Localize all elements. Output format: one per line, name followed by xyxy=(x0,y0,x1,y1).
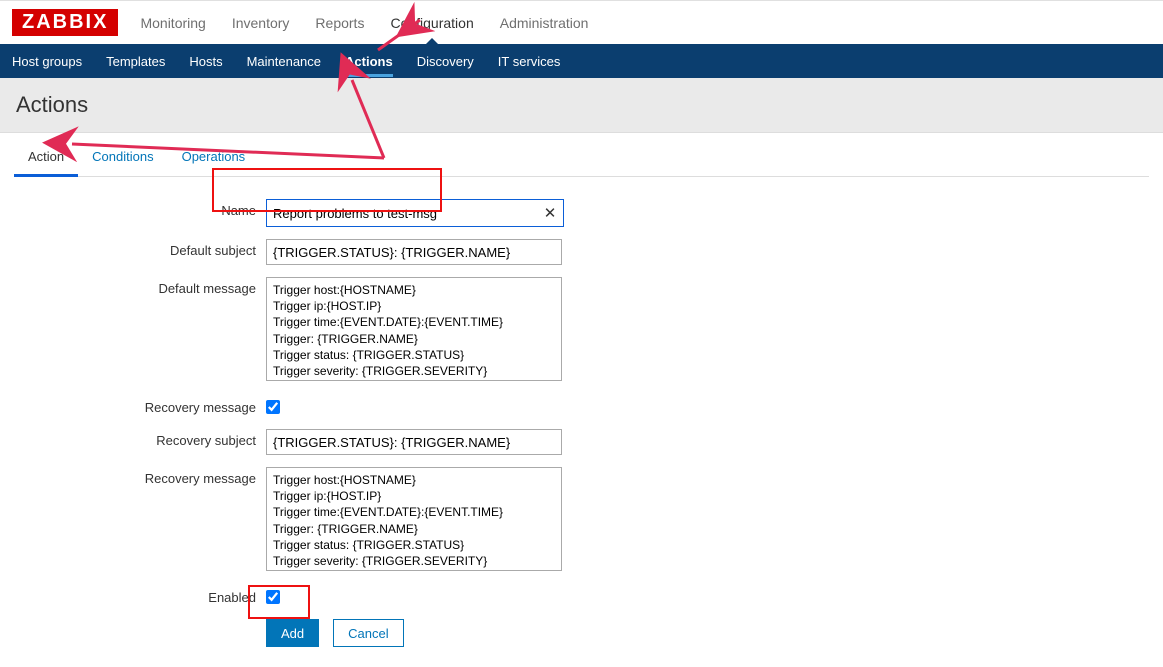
sub-nav: Host groups Templates Hosts Maintenance … xyxy=(0,44,1163,78)
form-tabs: Action Conditions Operations xyxy=(14,139,1149,177)
subnav-templates[interactable]: Templates xyxy=(106,46,165,77)
subnav-actions[interactable]: Actions xyxy=(345,46,393,77)
enabled-label: Enabled xyxy=(14,586,266,605)
recovery-subject-input[interactable] xyxy=(266,429,562,455)
page-title: Actions xyxy=(16,92,1147,118)
default-message-label: Default message xyxy=(14,277,266,296)
subnav-hosts[interactable]: Hosts xyxy=(189,46,222,77)
recovery-message-textarea-label: Recovery message xyxy=(14,467,266,486)
name-input[interactable] xyxy=(267,200,537,226)
nav-monitoring[interactable]: Monitoring xyxy=(140,15,205,31)
top-nav: Monitoring Inventory Reports Configurati… xyxy=(140,15,588,31)
subnav-host-groups[interactable]: Host groups xyxy=(12,46,82,77)
recovery-message-checkbox-label: Recovery message xyxy=(14,396,266,415)
recovery-message-checkbox[interactable] xyxy=(266,400,280,414)
clear-name-icon[interactable]: ✕ xyxy=(537,204,563,222)
subnav-it-services[interactable]: IT services xyxy=(498,46,561,77)
add-button[interactable]: Add xyxy=(266,619,319,647)
action-form: Name ✕ Default subject Default message xyxy=(14,177,1149,667)
nav-configuration[interactable]: Configuration xyxy=(390,15,473,31)
subnav-discovery[interactable]: Discovery xyxy=(417,46,474,77)
subnav-maintenance[interactable]: Maintenance xyxy=(247,46,321,77)
default-message-textarea[interactable] xyxy=(266,277,562,381)
default-subject-input[interactable] xyxy=(266,239,562,265)
top-bar: ZABBIX Monitoring Inventory Reports Conf… xyxy=(0,0,1163,44)
tab-action[interactable]: Action xyxy=(14,139,78,177)
page-header: Actions xyxy=(0,78,1163,133)
recovery-subject-label: Recovery subject xyxy=(14,429,266,448)
default-subject-label: Default subject xyxy=(14,239,266,258)
logo: ZABBIX xyxy=(12,9,118,36)
enabled-checkbox[interactable] xyxy=(266,590,280,604)
nav-administration[interactable]: Administration xyxy=(500,15,589,31)
cancel-button[interactable]: Cancel xyxy=(333,619,403,647)
name-input-wrap: ✕ xyxy=(266,199,564,227)
nav-inventory[interactable]: Inventory xyxy=(232,15,290,31)
nav-reports[interactable]: Reports xyxy=(315,15,364,31)
recovery-message-textarea[interactable] xyxy=(266,467,562,571)
tab-operations[interactable]: Operations xyxy=(168,139,260,176)
name-label: Name xyxy=(14,199,266,218)
tab-conditions[interactable]: Conditions xyxy=(78,139,167,176)
